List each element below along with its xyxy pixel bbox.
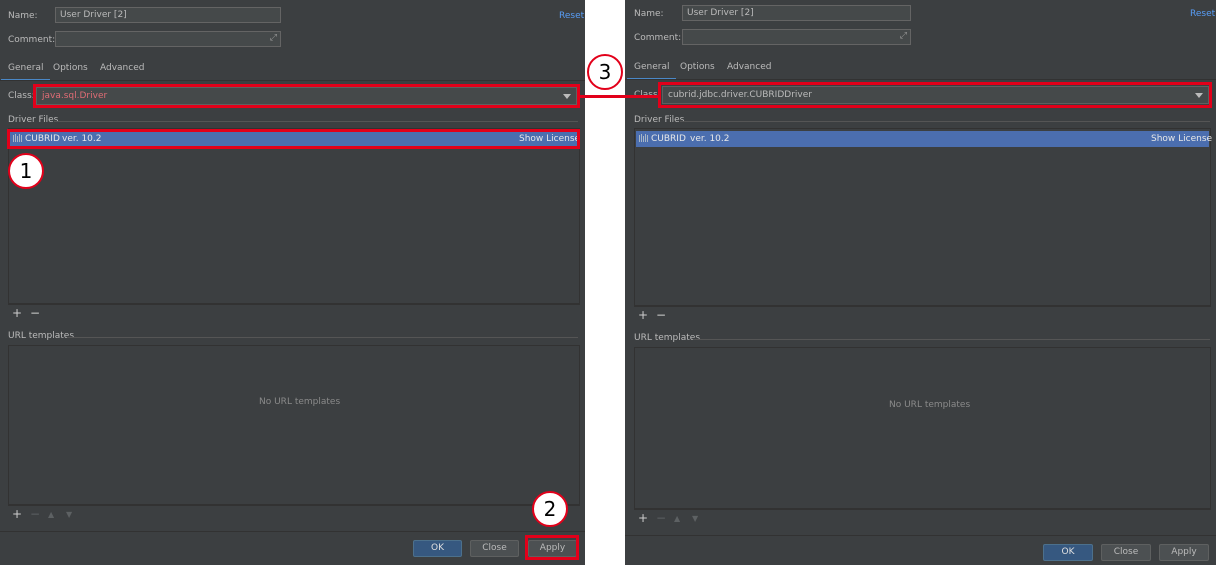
plus-icon[interactable]: +	[638, 308, 648, 322]
expand-icon[interactable]: ⤢	[900, 31, 907, 41]
step-3-badge: 3	[587, 54, 623, 90]
driver-file-name: CUBRID	[25, 134, 60, 144]
driver-files-list[interactable]: CUBRID ver. 10.2 Show License	[634, 128, 1212, 306]
ok-button[interactable]: OK	[1043, 544, 1093, 561]
comment-label: Comment:	[8, 35, 56, 45]
step-2-badge: 2	[532, 491, 568, 527]
section-divider	[54, 121, 578, 122]
arrow-down-icon: ▼	[66, 510, 73, 519]
close-button[interactable]: Close	[1101, 544, 1151, 561]
apply-button[interactable]: Apply	[1159, 544, 1209, 561]
name-input[interactable]: User Driver [2]	[55, 7, 281, 23]
section-divider	[693, 339, 1210, 340]
tab-options[interactable]: Options	[53, 63, 88, 81]
tab-general[interactable]: General	[626, 62, 678, 80]
minus-icon: −	[656, 511, 667, 525]
apply-button[interactable]: Apply	[528, 540, 577, 557]
url-templates-empty-text: No URL templates	[889, 400, 971, 410]
show-license-link[interactable]: Show License	[519, 134, 580, 144]
tab-advanced[interactable]: Advanced	[100, 63, 144, 81]
driver-settings-dialog-after: Name: User Driver [2] Reset Comment: ⤢ G…	[625, 0, 1216, 565]
class-combobox[interactable]: cubrid.jdbc.driver.CUBRIDDriver	[662, 86, 1209, 104]
url-templates-title: URL templates	[8, 331, 75, 341]
driver-file-name: CUBRID	[651, 134, 686, 144]
expand-icon[interactable]: ⤢	[270, 33, 277, 43]
minus-icon: −	[30, 507, 41, 521]
driver-file-version: ver. 10.2	[62, 134, 102, 144]
url-templates-list[interactable]: No URL templates	[634, 347, 1211, 509]
name-input[interactable]: User Driver [2]	[682, 5, 911, 21]
footer-divider	[625, 535, 1216, 536]
driver-file-version: ver. 10.2	[690, 134, 730, 144]
annotation-connector	[580, 95, 660, 98]
footer-divider	[0, 531, 585, 532]
url-templates-list[interactable]: No URL templates	[8, 345, 580, 505]
library-icon	[13, 134, 23, 142]
driver-settings-dialog-before: Name: User Driver [2] Reset Comment: ⤢ G…	[0, 0, 585, 565]
arrow-up-icon: ▲	[48, 510, 55, 519]
tab-advanced[interactable]: Advanced	[727, 62, 771, 80]
minus-icon[interactable]: −	[656, 308, 666, 322]
reset-link[interactable]: Reset	[1190, 9, 1215, 19]
section-divider	[680, 121, 1210, 122]
driver-files-title: Driver Files	[8, 115, 59, 125]
comment-label: Comment:	[634, 33, 682, 43]
class-combobox[interactable]: java.sql.Driver	[36, 87, 577, 105]
step-1-badge: 1	[8, 153, 44, 189]
plus-icon[interactable]: +	[638, 511, 648, 525]
tab-divider	[0, 80, 585, 81]
comment-input[interactable]: ⤢	[55, 31, 281, 47]
name-label: Name:	[634, 9, 664, 19]
tab-divider	[625, 79, 1216, 80]
plus-icon[interactable]: +	[12, 507, 22, 521]
library-icon	[639, 134, 649, 142]
reset-link[interactable]: Reset	[559, 11, 584, 21]
close-button[interactable]: Close	[470, 540, 519, 557]
class-label: Class:	[8, 91, 35, 101]
url-templates-toolbar: + − ▲ ▼	[634, 509, 1211, 525]
class-value: java.sql.Driver	[42, 91, 108, 101]
name-label: Name:	[8, 11, 38, 21]
driver-files-toolbar: + −	[634, 306, 1211, 322]
tab-options[interactable]: Options	[680, 62, 715, 80]
tab-general[interactable]: General	[0, 63, 52, 81]
arrow-up-icon: ▲	[674, 514, 681, 523]
url-templates-empty-text: No URL templates	[259, 397, 341, 407]
url-templates-toolbar: + − ▲ ▼	[8, 505, 580, 521]
arrow-down-icon: ▼	[692, 514, 699, 523]
driver-files-title: Driver Files	[634, 115, 685, 125]
url-templates-title: URL templates	[634, 333, 701, 343]
driver-files-toolbar: + −	[8, 304, 580, 320]
comment-input[interactable]: ⤢	[682, 29, 911, 45]
minus-icon[interactable]: −	[30, 306, 40, 320]
driver-files-list[interactable]: CUBRID ver. 10.2 Show License	[8, 128, 580, 304]
driver-file-row[interactable]: CUBRID ver. 10.2 Show License	[636, 131, 1212, 147]
chevron-down-icon[interactable]	[563, 94, 571, 99]
section-divider	[67, 337, 578, 338]
class-value: cubrid.jdbc.driver.CUBRIDDriver	[668, 90, 812, 100]
show-license-link[interactable]: Show License	[1151, 134, 1212, 144]
plus-icon[interactable]: +	[12, 306, 22, 320]
driver-file-row[interactable]: CUBRID ver. 10.2 Show License	[10, 131, 580, 147]
chevron-down-icon[interactable]	[1195, 93, 1203, 98]
ok-button[interactable]: OK	[413, 540, 462, 557]
